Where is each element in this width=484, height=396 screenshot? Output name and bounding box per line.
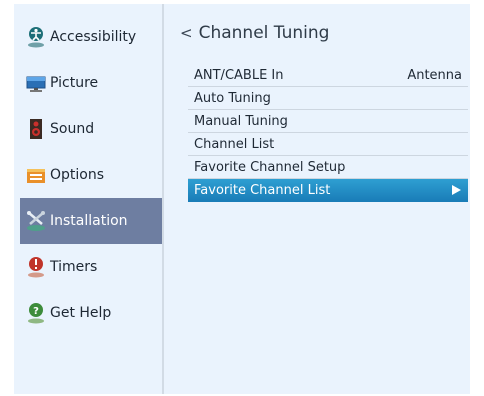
sidebar-item-label: Sound [50, 121, 95, 137]
menu-item-label: Auto Tuning [194, 90, 271, 106]
sidebar-item-picture[interactable]: Picture [20, 60, 162, 106]
menu-item-label: Channel List [194, 136, 275, 152]
menu-item-auto-tuning[interactable]: Auto Tuning [188, 87, 468, 110]
sidebar-item-get-help[interactable]: ? Get Help [20, 290, 162, 336]
sidebar-item-accessibility[interactable]: Accessibility [20, 14, 162, 60]
menu-item-label: Favorite Channel Setup [194, 159, 346, 175]
sidebar-item-sound[interactable]: Sound [20, 106, 162, 152]
play-arrow-icon [450, 184, 462, 196]
sidebar: Accessibility Picture Sound Options Inst… [14, 4, 162, 394]
menu-item-ant-cable-in[interactable]: ANT/CABLE In Antenna [188, 64, 468, 87]
back-chevron-icon[interactable]: < [180, 24, 193, 42]
menu-item-favorite-channel-setup[interactable]: Favorite Channel Setup [188, 156, 468, 179]
menu-item-label: Manual Tuning [194, 113, 288, 129]
page-title-text: Channel Tuning [198, 23, 330, 43]
menu-item-manual-tuning[interactable]: Manual Tuning [188, 110, 468, 133]
speaker-icon [26, 118, 46, 140]
options-icon [26, 164, 46, 186]
sidebar-item-label: Installation [50, 213, 128, 229]
help-icon: ? [26, 302, 46, 324]
picture-icon [26, 72, 46, 94]
sidebar-item-label: Timers [50, 259, 98, 275]
timer-icon [26, 256, 46, 278]
sidebar-item-options[interactable]: Options [20, 152, 162, 198]
accessibility-icon [26, 26, 46, 48]
menu-item-channel-list[interactable]: Channel List [188, 133, 468, 156]
page-title: < Channel Tuning [180, 23, 329, 43]
menu-item-favorite-channel-list[interactable]: Favorite Channel List [188, 179, 468, 202]
sidebar-item-timers[interactable]: Timers [20, 244, 162, 290]
menu-item-label: Favorite Channel List [194, 182, 331, 198]
sidebar-item-label: Get Help [50, 305, 112, 321]
tv-menu-screen: Accessibility Picture Sound Options Inst… [14, 4, 470, 394]
channel-tuning-menu: ANT/CABLE In Antenna Auto Tuning Manual … [188, 64, 468, 202]
menu-item-value: Antenna [407, 67, 462, 83]
sidebar-item-label: Picture [50, 75, 99, 91]
sidebar-item-installation[interactable]: Installation [20, 198, 162, 244]
svg-text:?: ? [33, 306, 39, 317]
installation-icon [26, 210, 46, 232]
menu-item-label: ANT/CABLE In [194, 67, 284, 83]
sidebar-item-label: Options [50, 167, 105, 183]
sidebar-item-label: Accessibility [50, 29, 137, 45]
sidebar-divider [162, 4, 164, 394]
